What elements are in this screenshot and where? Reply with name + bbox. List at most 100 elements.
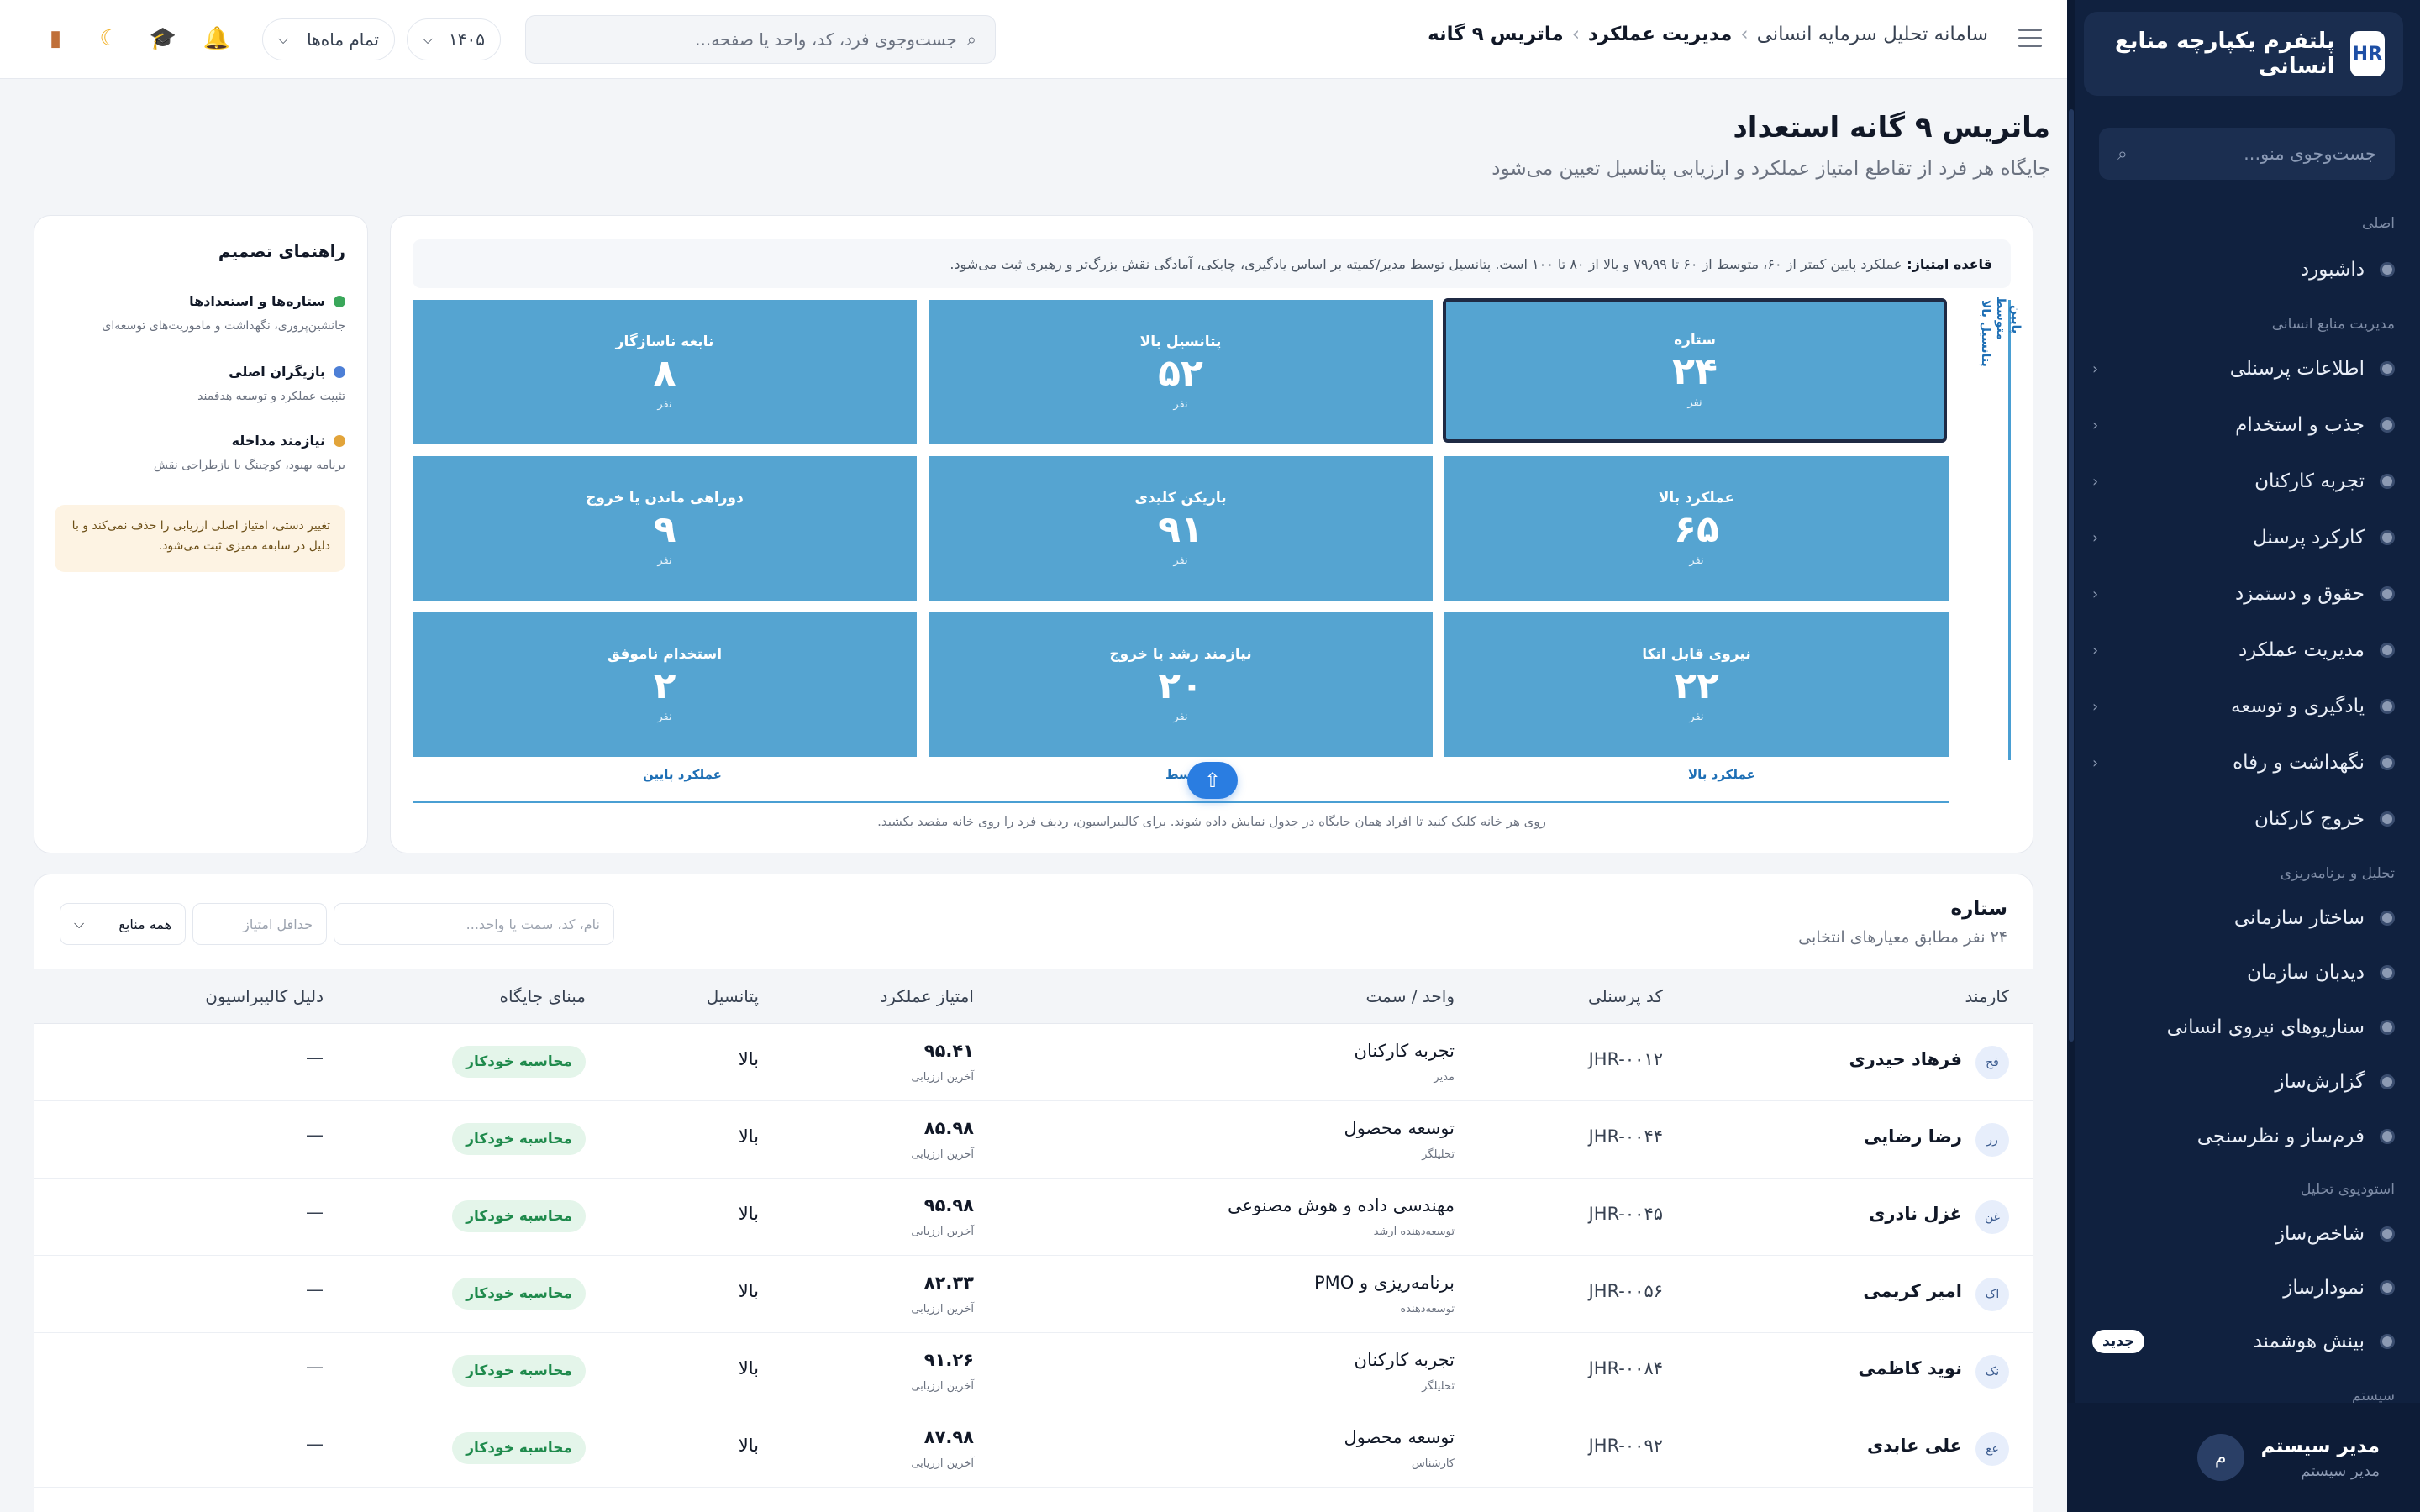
- cell-count: ۹: [653, 508, 676, 552]
- col-unit[interactable]: واحد / سمت: [1366, 986, 1455, 1006]
- status-badge: محاسبه خودکار: [452, 1123, 586, 1155]
- blue-dot-icon: [334, 365, 345, 378]
- cell-title: استخدام ناموفق: [607, 646, 723, 664]
- sidebar-item-workforce-scenarios[interactable]: سناریوهای نیروی انسانی: [2092, 1005, 2395, 1050]
- sidebar-item-chart-builder[interactable]: نمودارساز: [2092, 1265, 2395, 1310]
- employee-name[interactable]: فرهاد حیدری: [1849, 1049, 1962, 1069]
- matrix-cell-high-performer[interactable]: عملکرد بالا ۶۵ نفر: [1444, 456, 1949, 601]
- menu-icon[interactable]: [2015, 24, 2045, 52]
- sidebar-item-report-builder[interactable]: گزارش‌ساز: [2092, 1059, 2395, 1105]
- matrix-cell-stay-or-leave[interactable]: دوراهی ماندن یا خروج ۹ نفر: [413, 456, 917, 601]
- col-potential[interactable]: پتانسیل: [707, 986, 759, 1006]
- col-score[interactable]: امتیاز عملکرد: [880, 986, 974, 1006]
- table-row[interactable]: رر رضا رضایی JHR-۰۰۴۴ توسعه محصول تحلیلگ…: [34, 1101, 2033, 1179]
- col-code[interactable]: کد پرسنلی: [1588, 986, 1663, 1006]
- table-row[interactable]: اک امیر کریمی JHR-۰۰۵۶ برنامه‌ریزی و PMO…: [34, 1256, 2033, 1333]
- sidebar-item-smart-insight[interactable]: بینش هوشمند جدید: [2092, 1319, 2395, 1364]
- year-select[interactable]: ۱۴۰۵ ⌵: [407, 18, 501, 60]
- potential-value: بالا: [738, 1204, 759, 1224]
- global-search-input[interactable]: ⌕ جست‌وجوی فرد، کد، واحد یا صفحه...: [525, 15, 996, 64]
- sidebar-scrollbar[interactable]: [2067, 0, 2075, 1512]
- col-reason[interactable]: دلیل کالیبراسیون: [205, 986, 324, 1006]
- bell-icon[interactable]: 🔔: [202, 24, 232, 54]
- performance-score: ۸۲.۳۳: [923, 1273, 974, 1293]
- brand[interactable]: HR پلتفرم یکپارچه منابع انسانی: [2084, 12, 2403, 96]
- sidebar-item-payroll[interactable]: حقوق و دستمزد ‹: [2092, 571, 2395, 617]
- employee-code: JHR-۰۰۹۲: [1588, 1436, 1663, 1456]
- matrix-cell-rough-diamond[interactable]: نابغه ناسازگار ۸ نفر: [413, 300, 917, 444]
- sidebar-item-label: فرم‌ساز و نظرسنجی: [2196, 1126, 2365, 1147]
- sidebar-item-offboarding[interactable]: خروج کارکنان: [2092, 796, 2395, 842]
- circle-icon: [2380, 1226, 2395, 1242]
- table-row[interactable]: نک نوید کاظمی JHR-۰۰۸۴ تجربه کارکنان تحل…: [34, 1333, 2033, 1410]
- sidebar-item-attendance[interactable]: کارکرد پرسنل ‹: [2092, 515, 2395, 560]
- breadcrumb-root[interactable]: سامانه تحلیل سرمایه انسانی: [1757, 24, 1988, 45]
- matrix-cell-high-potential[interactable]: پتانسیل بالا ۵۲ نفر: [929, 300, 1433, 444]
- axis-label-potential-mid: متوسط: [1994, 297, 2007, 340]
- sidebar-item-kpi-builder[interactable]: شاخص‌ساز: [2092, 1211, 2395, 1257]
- cell-title: ستاره: [1674, 332, 1716, 349]
- axis-label-performance-high: عملکرد بالا: [1688, 767, 1755, 782]
- sidebar-item-org-watch[interactable]: دیدبان سازمان: [2092, 950, 2395, 995]
- cell-count: ۲۴: [1672, 350, 1718, 394]
- sidebar-item-recruitment[interactable]: جذب و استخدام ‹: [2092, 402, 2395, 448]
- calibration-reason: —: [306, 1202, 324, 1222]
- sidebar-item-performance[interactable]: مدیریت عملکرد ‹: [2092, 627, 2395, 673]
- score-rule: قاعده امتیاز: عملکرد پایین کمتر از ۶۰، م…: [413, 239, 2011, 288]
- source-select[interactable]: همه منابع ⌵: [60, 903, 186, 945]
- status-badge: محاسبه خودکار: [452, 1200, 586, 1232]
- breadcrumb-section[interactable]: مدیریت عملکرد: [1588, 24, 1732, 45]
- sidebar-item-learning[interactable]: یادگیری و توسعه ‹: [2092, 684, 2395, 729]
- circle-icon: [2380, 417, 2395, 433]
- employee-unit: توسعه محصول: [1344, 1118, 1455, 1138]
- status-badge: محاسبه خودکار: [452, 1432, 586, 1464]
- axis-label-potential-high: پتانسیل بالا: [1979, 300, 1992, 367]
- sidebar-item-form-builder[interactable]: فرم‌ساز و نظرسنجی: [2092, 1114, 2395, 1159]
- employee-name[interactable]: علی عابدی: [1867, 1436, 1962, 1456]
- matrix-cell-key-player[interactable]: بازیکن کلیدی ۹۱ نفر: [929, 456, 1433, 601]
- matrix-cell-star[interactable]: ستاره ۲۴ نفر: [1443, 298, 1947, 443]
- user-name: مدیر سیستم: [2260, 1435, 2380, 1457]
- scroll-top-button[interactable]: ⇧: [1187, 762, 1238, 799]
- sidebar-item-experience[interactable]: تجربه کارکنان ‹: [2092, 459, 2395, 504]
- employee-code: JHR-۰۰۴۴: [1588, 1126, 1663, 1147]
- user-profile[interactable]: مدیر سیستم مدیر سیستم م: [2067, 1403, 2420, 1512]
- col-employee[interactable]: کارمند: [1965, 986, 2009, 1006]
- guide-item-title: ستاره‌ها و استعدادها: [189, 293, 325, 309]
- sidebar-item-personnel[interactable]: اطلاعات پرسنلی ‹: [2092, 346, 2395, 391]
- chevron-down-icon: ⌵: [74, 916, 85, 932]
- period-select[interactable]: تمام ماه‌ها ⌵: [262, 18, 395, 60]
- min-score-input[interactable]: حداقل امتیاز: [192, 903, 327, 945]
- sidebar-item-retention[interactable]: نگهداشت و رفاه ‹: [2092, 740, 2395, 785]
- table-row[interactable]: غن غزل نادری JHR-۰۰۴۵ مهندسی داده و هوش …: [34, 1179, 2033, 1256]
- employee-unit: توسعه محصول: [1344, 1427, 1455, 1447]
- sidebar-scroll-thumb[interactable]: [2069, 109, 2074, 1042]
- avatar: اک: [1975, 1278, 2009, 1311]
- employee-name[interactable]: امیر کریمی: [1863, 1281, 1962, 1301]
- employee-role: مدیر: [1434, 1071, 1455, 1084]
- col-basis[interactable]: مبنای جایگاه: [499, 986, 586, 1006]
- employee-name[interactable]: غزل نادری: [1869, 1204, 1962, 1224]
- table-search-input[interactable]: نام، کد، سمت یا واحد...: [334, 903, 614, 945]
- matrix-cell-grow-or-exit[interactable]: نیازمند رشد یا خروج ۲۰ نفر: [929, 612, 1433, 757]
- employee-table-card: ستاره ۲۴ نفر مطابق معیارهای انتخابی نام،…: [34, 874, 2033, 1512]
- circle-icon: [2380, 474, 2395, 489]
- table-row[interactable]: عع علی عابدی JHR-۰۰۹۲ توسعه محصول کارشنا…: [34, 1410, 2033, 1488]
- table-row[interactable]: فح فرهاد حیدری JHR-۰۰۱۲ تجربه کارکنان مد…: [34, 1024, 2033, 1101]
- employee-name[interactable]: نوید کاظمی: [1858, 1358, 1962, 1378]
- cell-title: نیروی قابل اتکا: [1642, 646, 1751, 664]
- matrix-cell-bad-hire[interactable]: استخدام ناموفق ۲ نفر: [413, 612, 917, 757]
- employee-name[interactable]: رضا رضایی: [1864, 1126, 1962, 1147]
- logout-icon[interactable]: ▮: [40, 24, 71, 54]
- sidebar-item-org-structure[interactable]: ساختار سازمانی: [2092, 895, 2395, 941]
- circle-icon: [2380, 1020, 2395, 1035]
- sidebar-item-dashboard[interactable]: داشبورد: [2092, 247, 2395, 292]
- performance-score: ۸۵.۹۸: [923, 1118, 974, 1138]
- graduation-icon[interactable]: 🎓: [148, 24, 178, 54]
- moon-icon[interactable]: ☾: [94, 24, 124, 54]
- sidebar-search-input[interactable]: جست‌وجوی منو... ⌕: [2099, 128, 2395, 180]
- sidebar-item-label: سناریوهای نیروی انسانی: [2166, 1016, 2365, 1038]
- score-note: آخرین ارزیابی: [911, 1071, 974, 1084]
- arrow-up-icon: ⇧: [1203, 769, 1222, 792]
- matrix-cell-reliable[interactable]: نیروی قابل اتکا ۲۲ نفر: [1444, 612, 1949, 757]
